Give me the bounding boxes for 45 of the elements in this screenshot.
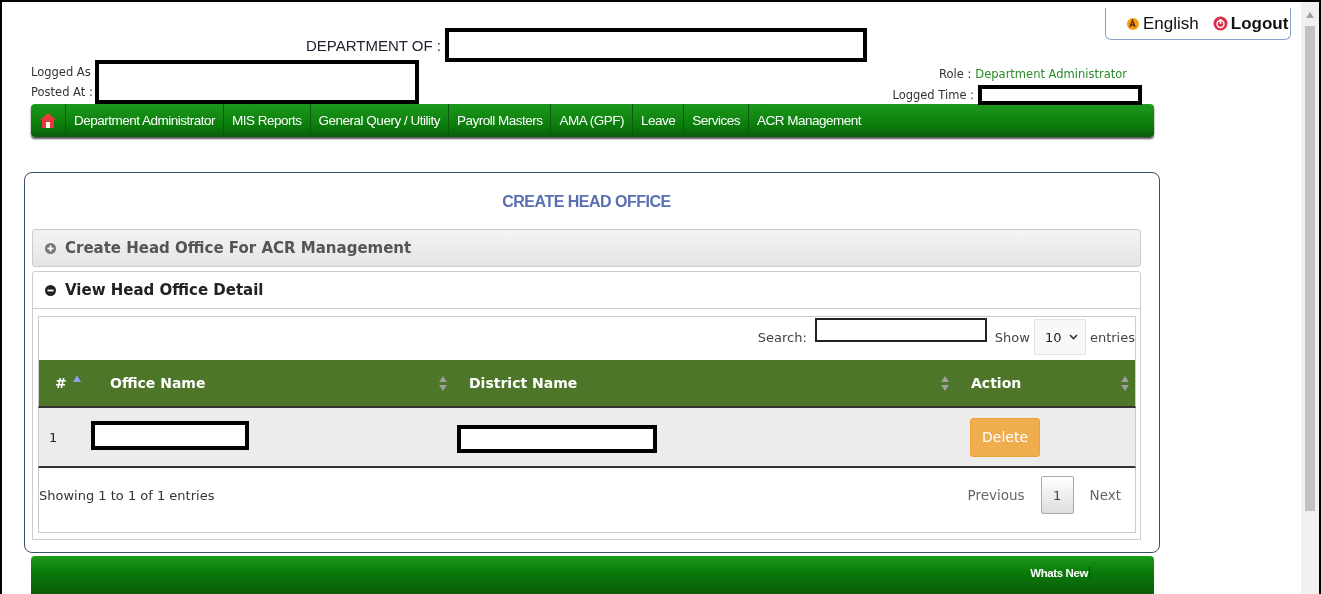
nav-item[interactable]: Services [683,104,748,137]
search-label: Search: [757,329,807,345]
page-title: CREATE HEAD OFFICE [501,193,672,211]
whats-new-link[interactable]: Whats New [1030,567,1090,579]
column-header[interactable]: # [39,360,94,406]
home-icon[interactable] [39,112,57,129]
accordion-header[interactable]: View Head Office Detail [32,271,1141,309]
nav-item[interactable]: Payroll Masters [447,104,551,137]
scrollbar[interactable] [1301,2,1319,594]
role-value: Department Administrator [975,67,1127,81]
table-cell: 1 [49,429,58,445]
expand-icon [45,242,56,254]
posted-at-label: Posted At : [31,85,93,99]
search-field[interactable] [814,318,987,342]
column-title: District Name [469,375,578,391]
table-info: Showing 1 to 1 of 1 entries [39,487,215,503]
nav-item[interactable]: Department Administrator [65,104,224,137]
page-size-select[interactable]: 10 [1033,319,1086,355]
page-button[interactable]: 1 [1040,476,1074,514]
nav-item[interactable]: MIS Reports [223,104,310,137]
column-title: Action [971,375,1022,391]
entries-label: entries [1089,329,1135,345]
logout-link[interactable]: Logout [1212,13,1289,34]
nav-item[interactable]: General Query / Utility [309,104,448,137]
logged-time-label: Logged Time : [892,88,974,102]
column-title: # [55,375,67,391]
chevron-icon [1068,334,1078,340]
column-header[interactable]: Office Name [94,360,453,406]
language-link[interactable]: English [1126,13,1199,34]
collapse-icon [45,284,56,296]
next-link[interactable]: Next [1089,487,1121,503]
department-label: DEPARTMENT OF : [306,36,441,54]
language-icon [1126,16,1140,31]
nav-item[interactable]: AMA (GPF) [550,104,632,137]
column-title: Office Name [110,375,206,391]
column-header[interactable]: District Name [453,360,955,406]
nav-item[interactable]: Leave [631,104,684,137]
nav-item[interactable]: ACR Management [748,104,870,137]
previous-link[interactable]: Previous [967,487,1025,503]
accordion-header[interactable]: Create Head Office For ACR Management [32,229,1141,267]
role-label: Role : [939,67,972,81]
show-label: Show [994,329,1030,345]
power-icon [1212,16,1228,31]
column-header[interactable]: Action [955,360,1135,406]
logged-as-label: Logged As [31,65,92,79]
